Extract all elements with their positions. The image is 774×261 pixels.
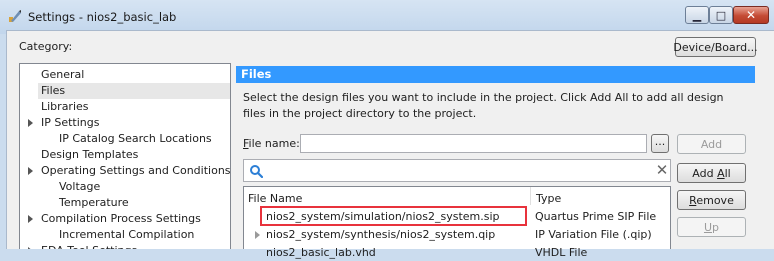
table-row[interactable]: nios2_system/synthesis/nios2_system.qip I…	[244, 226, 670, 243]
file-type-cell: Quartus Prime SIP File	[535, 210, 657, 223]
tree-item-label: Incremental Compilation	[59, 228, 195, 241]
tree-item-label: Files	[41, 84, 66, 97]
tree-item-label: Temperature	[59, 196, 129, 209]
file-name-input[interactable]	[300, 134, 647, 153]
tree-item-temperature[interactable]: Temperature	[59, 195, 129, 211]
add-all-button[interactable]: Add All	[677, 163, 746, 183]
up-label: Up	[703, 220, 720, 234]
file-type-cell: VHDL File	[535, 246, 588, 259]
category-tree[interactable]: General Files Libraries IP Settings IP Catal…	[19, 63, 231, 249]
remove-label: Remove	[689, 193, 734, 207]
minimize-button[interactable]: ▁	[685, 6, 709, 24]
expand-triangle-icon[interactable]	[255, 231, 260, 239]
category-label: Category:	[19, 40, 73, 53]
file-type-cell: IP Variation File (.qip)	[535, 228, 652, 241]
tree-item-operating-settings-and-conditions[interactable]: Operating Settings and Conditions	[41, 163, 231, 179]
table-row[interactable]: nios2_basic_lab.vhd VHDL File	[244, 244, 670, 261]
expand-triangle-icon[interactable]	[28, 167, 33, 175]
tree-item-design-templates[interactable]: Design Templates	[41, 147, 138, 163]
tree-item-label: IP Settings	[41, 116, 100, 129]
files-description: Select the design files you want to incl…	[243, 91, 724, 120]
column-divider	[530, 187, 531, 205]
expand-triangle-icon[interactable]	[28, 119, 33, 127]
settings-app-icon	[9, 10, 21, 22]
clear-filter-icon[interactable]: ✕	[653, 161, 671, 179]
browse-button[interactable]: ...	[651, 134, 669, 153]
up-button[interactable]: Up	[677, 217, 746, 237]
tree-item-label: General	[41, 68, 85, 81]
file-name-cell: nios2_basic_lab.vhd	[266, 246, 376, 259]
close-button[interactable]: ✕	[733, 6, 769, 24]
column-header-file-name[interactable]: File Name	[248, 192, 302, 205]
tree-item-ip-settings[interactable]: IP Settings	[41, 115, 100, 131]
add-button[interactable]: Add	[677, 134, 746, 154]
maximize-icon: □	[715, 8, 727, 22]
file-name-rest: ile name:	[248, 137, 300, 150]
column-header-type[interactable]: Type	[536, 192, 561, 205]
add-all-label: Add All	[692, 166, 731, 180]
expand-triangle-icon[interactable]	[28, 215, 33, 223]
tree-item-incremental-compilation[interactable]: Incremental Compilation	[59, 227, 194, 243]
close-icon: ✕	[745, 8, 757, 22]
maximize-button[interactable]: □	[709, 6, 733, 24]
search-icon	[250, 165, 263, 178]
file-name-label: File name:	[243, 137, 300, 150]
tree-item-general[interactable]: General	[41, 67, 84, 83]
tree-item-ip-catalog-search-locations[interactable]: IP Catalog Search Locations	[59, 131, 212, 147]
device-board-button[interactable]: Device/Board...	[673, 37, 758, 57]
tree-item-label: EDA Tool Settings	[41, 244, 137, 249]
file-name-cell: nios2_system/synthesis/nios2_system.qip	[266, 228, 496, 241]
filter-input[interactable]	[243, 159, 671, 182]
tree-item-compilation-process-settings[interactable]: Compilation Process Settings	[41, 211, 201, 227]
tree-item-label: Compilation Process Settings	[41, 212, 201, 225]
tree-item-files[interactable]: Files	[38, 83, 230, 99]
tree-item-eda-tool-settings[interactable]: EDA Tool Settings	[41, 243, 137, 249]
remove-button[interactable]: Remove	[677, 190, 746, 210]
window-title: Settings - nios2_basic_lab	[28, 10, 177, 24]
tree-item-libraries[interactable]: Libraries	[41, 99, 89, 115]
tree-item-label: Libraries	[41, 100, 89, 113]
files-panel-header: Files	[236, 66, 755, 83]
tree-item-label: Voltage	[59, 180, 101, 193]
tree-item-label: IP Catalog Search Locations	[59, 132, 212, 145]
tree-item-voltage[interactable]: Voltage	[59, 179, 100, 195]
tree-item-label: Operating Settings and Conditions	[41, 164, 231, 177]
tree-item-label: Design Templates	[41, 148, 139, 161]
highlight-annotation	[260, 206, 527, 226]
minimize-icon: ▁	[692, 8, 702, 22]
